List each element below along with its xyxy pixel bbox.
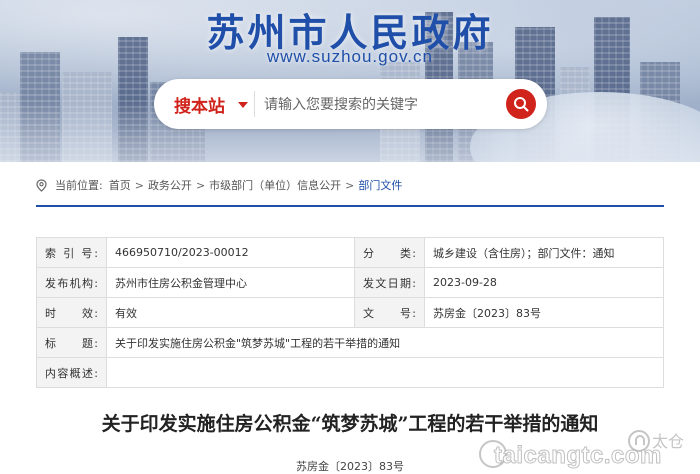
breadcrumb-separator: >: [195, 178, 206, 192]
search-bar: 搜本站: [154, 79, 547, 129]
validity-value: 有效: [106, 297, 355, 328]
breadcrumb-label: 当前位置:: [55, 179, 103, 192]
title-label: 标 题:: [36, 327, 107, 358]
header-banner: 苏州市人民政府 www.suzhou.gov.cn 搜本站: [0, 0, 700, 162]
table-row: 标 题: 关于印发实施住房公积金"筑梦苏城"工程的若干举措的通知: [36, 327, 664, 358]
search-icon: [514, 97, 529, 112]
section-divider: [36, 205, 664, 207]
search-input[interactable]: [262, 91, 496, 119]
search-divider: [254, 91, 255, 117]
search-button[interactable]: [506, 89, 536, 119]
document-title: 关于印发实施住房公积金“筑梦苏城”工程的若干举措的通知: [101, 413, 599, 435]
breadcrumb-separator: >: [345, 178, 355, 192]
breadcrumb: 当前位置: 首页 > 政务公开 > 市级部门（单位）信息公开 > 部门文件: [36, 177, 402, 193]
validity-label: 时 效:: [36, 297, 107, 328]
date-value: 2023-09-28: [424, 267, 664, 298]
table-row: 发布机构: 苏州市住房公积金管理中心 发文日期: 2023-09-28: [36, 267, 664, 298]
date-label: 发文日期:: [354, 267, 425, 298]
issuer-label: 发布机构:: [36, 267, 107, 298]
index-no-label: 索 引 号:: [36, 237, 107, 268]
table-row: 时 效: 有效 文 号: 苏房金〔2023〕83号: [36, 297, 664, 328]
issuer-value: 苏州市住房公积金管理中心: [106, 267, 355, 298]
summary-value: [106, 357, 664, 388]
breadcrumb-dept-files[interactable]: 部门文件: [358, 177, 402, 193]
watermark-url: taicangtc.com: [494, 442, 662, 470]
search-scope-dropdown[interactable]: 搜本站: [174, 92, 225, 117]
site-url: www.suzhou.gov.cn: [267, 47, 433, 66]
summary-label: 内容概述:: [36, 357, 107, 388]
index-no-value: 466950710/2023-00012: [106, 237, 355, 268]
doc-no-value: 苏房金〔2023〕83号: [424, 297, 664, 328]
breadcrumb-gov-affairs[interactable]: 政务公开: [148, 177, 192, 193]
location-pin-icon: [36, 178, 47, 192]
table-row: 索 引 号: 466950710/2023-00012 分 类: 城乡建设（含住…: [36, 237, 664, 268]
breadcrumb-dept-disclosure[interactable]: 市级部门（单位）信息公开: [209, 177, 341, 193]
breadcrumb-home[interactable]: 首页: [109, 177, 131, 193]
table-row: 内容概述:: [36, 357, 664, 388]
doc-no-label: 文 号:: [354, 297, 425, 328]
caret-down-icon[interactable]: [238, 102, 248, 108]
title-value: 关于印发实施住房公积金"筑梦苏城"工程的若干举措的通知: [106, 327, 664, 358]
category-label: 分 类:: [354, 237, 425, 268]
document-info-table: 索 引 号: 466950710/2023-00012 分 类: 城乡建设（含住…: [36, 237, 664, 388]
category-value: 城乡建设（含住房）；部门文件：通知: [424, 237, 664, 268]
breadcrumb-separator: >: [134, 178, 144, 192]
